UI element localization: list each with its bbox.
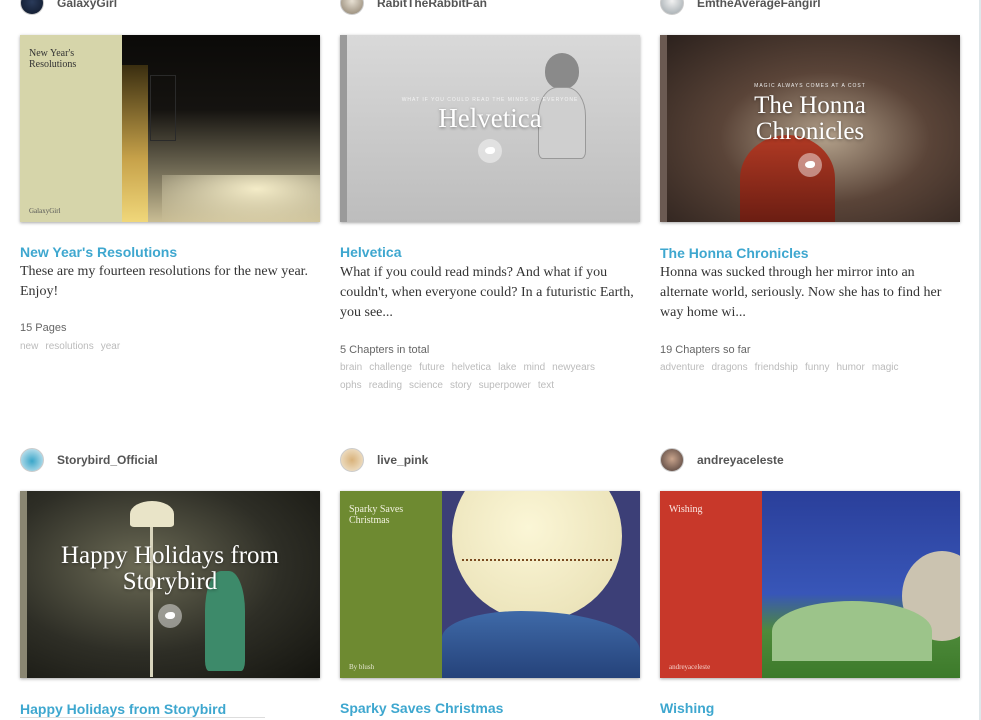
tag[interactable]: ophs [340,380,362,391]
story-title[interactable]: Helvetica [340,244,401,260]
story-cover[interactable]: New Year's Resolutions GalaxyGirl [20,35,320,222]
avatar[interactable] [340,448,364,472]
lamp-shade [130,501,174,527]
author-row[interactable]: andreyaceleste [660,447,784,473]
cover-art [122,35,320,222]
tag[interactable]: story [450,380,472,391]
figure-head [545,53,579,89]
tag[interactable]: lake [498,362,516,373]
cover-title: Sparky Saves Christmas [349,504,404,526]
tag[interactable]: challenge [369,362,412,373]
story-title[interactable]: Sparky Saves Christmas [340,700,503,716]
avatar[interactable] [20,448,44,472]
tag[interactable]: future [419,362,445,373]
tag[interactable]: reading [369,380,402,391]
author-row[interactable]: Storybird_Official [20,447,158,473]
story-description: These are my fourteen resolutions for th… [20,264,309,299]
cover-byline: andreyaceleste [669,663,711,671]
tag[interactable]: superpower [479,380,531,391]
tag[interactable]: newyears [552,362,595,373]
cover-spine: Wishing andreyaceleste [660,491,762,678]
meadow [772,601,932,661]
story-cover[interactable]: MAGIC ALWAYS COMES AT A COST The Honna C… [660,35,960,222]
cover-title: The Honna Chronicles [754,92,866,145]
story-title[interactable]: Happy Holidays from Storybird [20,701,226,717]
cloud [162,175,320,222]
window-light [122,65,148,222]
tag[interactable]: year [101,341,120,352]
story-title[interactable]: New Year's Resolutions [20,244,177,260]
tag[interactable]: humor [836,362,864,373]
cover-title: Helvetica [438,103,542,133]
tag[interactable]: dragons [711,362,747,373]
moon [452,491,622,621]
story-description: What if you could read minds? And what i… [340,265,634,320]
tag[interactable]: mind [523,362,545,373]
tag-list: adventure dragons friendship funny humor magi… [660,359,960,377]
author-row[interactable]: live_pink [340,447,428,473]
story-length: 19 Chapters so far [660,344,751,356]
cover-byline: By blush [349,663,375,671]
divider [20,717,265,718]
cover-art [442,491,640,678]
storybird-bird-icon [798,153,822,177]
author-name[interactable]: andreyaceleste [697,453,784,467]
tag[interactable]: magic [872,362,899,373]
tag[interactable]: science [409,380,443,391]
avatar[interactable] [660,0,684,15]
balcony-railing [150,75,176,141]
tag[interactable]: resolutions [45,341,93,352]
tag[interactable]: new [20,341,38,352]
tag[interactable]: text [538,380,554,391]
reindeer-sleigh [462,559,612,575]
cover-spine: Sparky Saves Christmas By blush [340,491,442,678]
storybird-bird-icon [158,604,182,628]
story-cover[interactable]: Sparky Saves Christmas By blush [340,491,640,678]
avatar[interactable] [340,0,364,15]
cover-spine [660,35,667,222]
story-title[interactable]: The Honna Chronicles [660,245,809,261]
cover-spine [340,35,347,222]
author-name[interactable]: live_pink [377,453,428,467]
author-name[interactable]: Storybird_Official [57,453,158,467]
cover-kicker: MAGIC ALWAYS COMES AT A COST [754,83,866,89]
story-cover[interactable]: Happy Holidays from Storybird [20,491,320,678]
sea [442,611,640,678]
avatar[interactable] [660,448,684,472]
story-title[interactable]: Wishing [660,700,714,716]
tag[interactable]: brain [340,362,362,373]
figure-hair [740,135,835,222]
cover-title: New Year's Resolutions [29,48,77,70]
cover-title: Wishing [669,504,703,515]
avatar[interactable] [20,0,44,15]
author-name[interactable]: GalaxyGirl [57,0,117,10]
author-row[interactable]: EmtheAverageFangirl [660,0,821,16]
author-row[interactable]: RabitTheRabbitFan [340,0,487,16]
author-name[interactable]: RabitTheRabbitFan [377,0,487,10]
tag[interactable]: friendship [755,362,798,373]
storybird-bird-icon [478,139,502,163]
cover-spine [20,491,27,678]
cover-art [762,491,960,678]
author-name[interactable]: EmtheAverageFangirl [697,0,821,10]
story-length: 15 Pages [20,322,67,334]
cover-spine: New Year's Resolutions GalaxyGirl [20,35,122,222]
story-length: 5 Chapters in total [340,344,430,356]
tag-list: brain challenge future helvetica lake mind new… [340,359,640,395]
author-row[interactable]: GalaxyGirl [20,0,117,16]
story-cover[interactable]: WHAT IF YOU COULD READ THE MINDS OF EVER… [340,35,640,222]
tag[interactable]: adventure [660,362,704,373]
tag[interactable]: helvetica [452,362,491,373]
story-description: Honna was sucked through her mirror into… [660,265,942,320]
story-cover[interactable]: Wishing andreyaceleste [660,491,960,678]
cover-byline: GalaxyGirl [29,207,61,215]
tag[interactable]: funny [805,362,829,373]
cover-title: Happy Holidays from Storybird [60,542,280,595]
tag-list: new resolutions year [20,338,320,356]
